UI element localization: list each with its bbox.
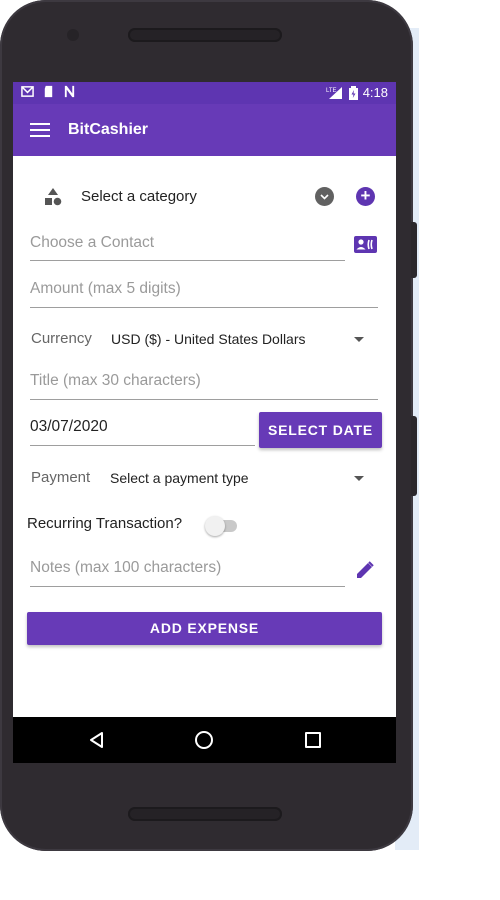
screen: LTE 4:18 BitCashier Select a category + … [13,82,396,763]
contact-card-icon[interactable] [354,236,377,253]
bottom-speaker [128,807,282,821]
status-bar: LTE 4:18 [13,82,396,104]
category-selector[interactable]: Select a category + [13,183,396,211]
status-time: 4:18 [362,85,388,100]
currency-select[interactable]: USD ($) - United States Dollars [111,331,306,347]
contact-field[interactable] [30,234,345,261]
recent-apps-icon[interactable] [305,732,321,748]
date-field[interactable] [30,418,255,446]
volume-button [411,222,417,278]
payment-select[interactable]: Select a payment type [110,470,249,486]
notes-input[interactable] [30,559,345,577]
amount-input[interactable] [30,280,378,298]
currency-dropdown-icon[interactable] [354,337,364,342]
title-field[interactable] [30,372,378,400]
payment-label: Payment [31,469,91,486]
amount-field[interactable] [30,280,378,308]
recurring-switch[interactable] [205,516,225,536]
date-input[interactable] [30,418,255,436]
dropdown-circle-icon[interactable] [315,187,334,206]
gmail-icon [21,86,34,97]
contact-input[interactable] [30,234,345,252]
back-icon[interactable] [89,732,105,748]
category-shapes-icon [45,188,62,206]
n-notification-icon [64,85,75,98]
currency-label: Currency [31,330,92,347]
app-bar: BitCashier [13,104,396,156]
expense-form: Select a category + Currency USD ($) [13,156,396,717]
add-expense-button[interactable]: ADD EXPENSE [27,612,382,645]
category-label: Select a category [81,188,197,205]
add-circle-icon[interactable]: + [356,187,375,206]
front-camera [67,29,79,41]
select-date-button[interactable]: SELECT DATE [259,412,382,448]
home-icon[interactable] [195,731,213,749]
app-title: BitCashier [68,121,149,138]
network-type-label: LTE [326,88,337,94]
payment-dropdown-icon[interactable] [354,476,364,481]
top-speaker [128,28,282,42]
power-button [411,416,417,496]
phone-frame: LTE 4:18 BitCashier Select a category + … [0,0,413,851]
edit-pencil-icon[interactable] [356,561,374,579]
title-input[interactable] [30,372,378,390]
battery-icon [348,85,358,100]
notes-field[interactable] [30,559,345,587]
sd-card-icon [44,85,53,98]
signal-icon: LTE [326,86,342,99]
recurring-label: Recurring Transaction? [27,515,183,532]
hamburger-menu-icon[interactable] [30,123,50,137]
navigation-bar [13,717,396,763]
